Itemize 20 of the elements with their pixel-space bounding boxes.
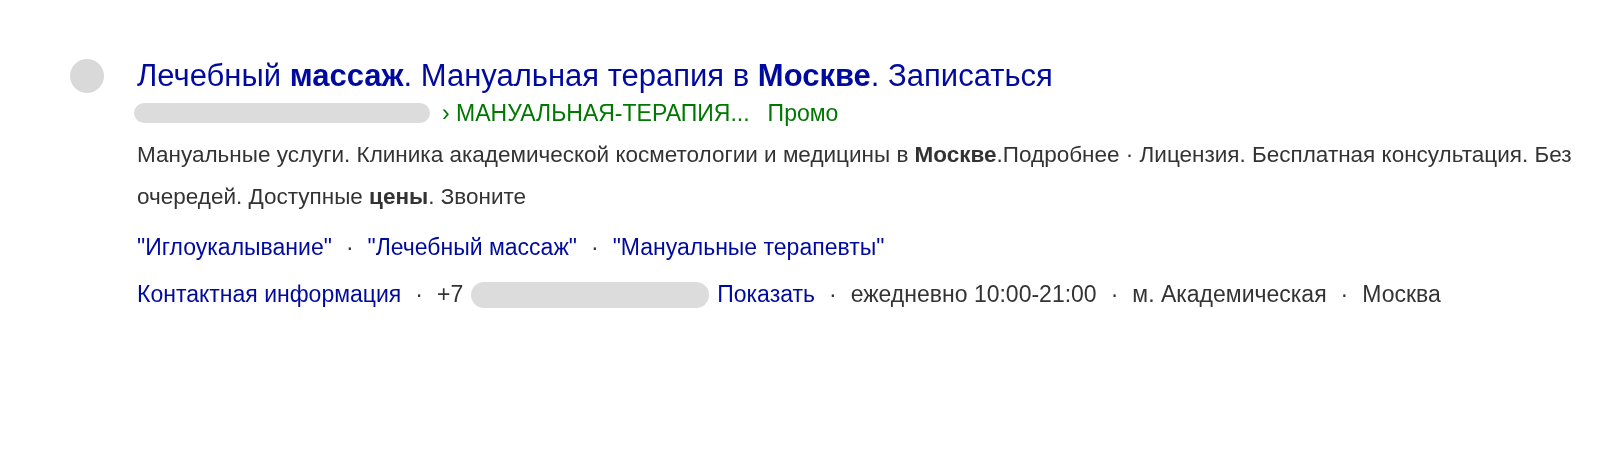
- contact-link[interactable]: Контактная информация: [137, 271, 402, 318]
- separator-dot: ·: [415, 280, 423, 309]
- separator-dot: ·: [1110, 280, 1119, 309]
- result-title-link[interactable]: Лечебный массаж. Мануальная терапия в Москве. Записаться: [137, 56, 1577, 96]
- favicon-icon: [70, 59, 104, 93]
- sitelink[interactable]: "Иглоукалывание": [137, 229, 332, 265]
- promo-label: Промо: [767, 98, 839, 128]
- separator-dot: ·: [829, 280, 837, 309]
- sitelink[interactable]: "Мануальные терапевты": [612, 229, 885, 265]
- info-text: м. Академическая: [1132, 280, 1327, 309]
- result-description: Мануальные услуги. Клиника академической косметологии и медицины в Москве.Подробнее · Лицензия. Бесплатная консультация. Без очередей. Доступные цены. Звоните: [137, 141, 1573, 211]
- separator-dot: ·: [590, 232, 599, 262]
- sitelink[interactable]: "Лечебный массаж": [367, 229, 577, 265]
- separator-dot: ·: [1340, 280, 1349, 309]
- info-text: ежедневно 10:00-21:00: [850, 280, 1097, 309]
- separator-dot: ·: [345, 232, 354, 262]
- info-text: Москва: [1362, 280, 1441, 309]
- url-path-link[interactable]: › МАНУАЛЬНАЯ-ТЕРАПИЯ...: [442, 95, 750, 131]
- info-text: +7: [436, 280, 464, 309]
- contact-link[interactable]: Показать: [717, 271, 815, 318]
